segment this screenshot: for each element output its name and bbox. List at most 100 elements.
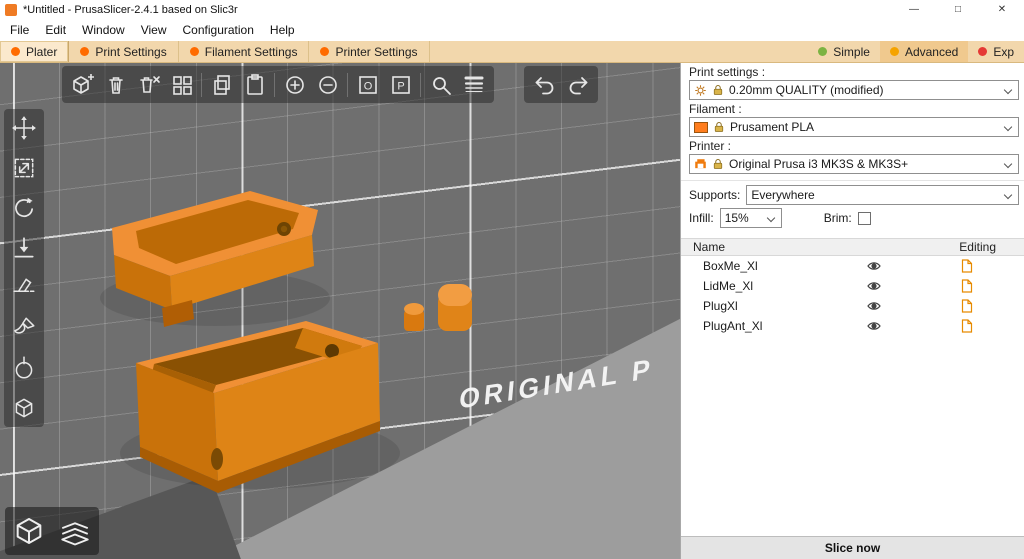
toolbar-separator bbox=[201, 73, 202, 97]
prusaslicer-window: *Untitled - PrusaSlicer-2.4.1 based on S… bbox=[0, 0, 1024, 559]
print-settings-label: Print settings : bbox=[681, 63, 1024, 80]
mode-advanced[interactable]: Advanced bbox=[880, 41, 968, 62]
mode-expert[interactable]: Exp bbox=[968, 41, 1024, 62]
menu-file[interactable]: File bbox=[2, 19, 37, 41]
model-plug-small[interactable] bbox=[404, 303, 424, 331]
chevron-down-icon bbox=[766, 214, 774, 222]
menu-edit[interactable]: Edit bbox=[37, 19, 74, 41]
model-objects[interactable] bbox=[0, 63, 680, 559]
delete-object-icon[interactable] bbox=[99, 68, 132, 101]
undo-redo-toolbar bbox=[524, 66, 598, 103]
mode-simple[interactable]: Simple bbox=[808, 41, 880, 62]
tab-plater[interactable]: Plater bbox=[0, 41, 69, 62]
menu-bar: File Edit Window View Configuration Help bbox=[0, 19, 1024, 41]
eye-icon[interactable] bbox=[867, 319, 881, 333]
menu-view[interactable]: View bbox=[133, 19, 175, 41]
toolbar-separator bbox=[347, 73, 348, 97]
mode-dot-icon bbox=[818, 47, 827, 56]
titlebar: *Untitled - PrusaSlicer-2.4.1 based on S… bbox=[0, 0, 1024, 19]
add-instance-icon[interactable] bbox=[278, 68, 311, 101]
edit-settings-icon[interactable] bbox=[961, 319, 973, 333]
tab-dot-icon bbox=[80, 47, 89, 56]
lock-icon bbox=[712, 84, 724, 96]
view-switcher bbox=[5, 507, 99, 555]
close-button[interactable]: ✕ bbox=[980, 0, 1024, 19]
printer-icon bbox=[694, 158, 707, 171]
plater-3d-viewport[interactable]: ORIGINAL P bbox=[0, 63, 680, 559]
window-controls: — □ ✕ bbox=[892, 0, 1024, 19]
tab-print-settings[interactable]: Print Settings bbox=[69, 41, 178, 62]
arrange-icon[interactable] bbox=[165, 68, 198, 101]
copy-icon[interactable] bbox=[205, 68, 238, 101]
edit-settings-icon[interactable] bbox=[961, 259, 973, 273]
place-on-face-icon[interactable] bbox=[11, 235, 37, 261]
menu-help[interactable]: Help bbox=[262, 19, 303, 41]
model-plug-large[interactable] bbox=[438, 284, 472, 331]
tab-label: Print Settings bbox=[95, 45, 166, 59]
filament-color-swatch bbox=[694, 122, 708, 133]
maximize-button[interactable]: □ bbox=[936, 0, 980, 19]
paste-icon[interactable] bbox=[238, 68, 271, 101]
3d-editor-view-icon[interactable] bbox=[9, 511, 49, 551]
minimize-button[interactable]: — bbox=[892, 0, 936, 19]
object-row[interactable]: PlugAnt_Xl bbox=[681, 316, 1024, 336]
object-list-header: Name Editing bbox=[681, 238, 1024, 256]
settings-sidebar: Print settings : 0.20mm QUALITY (modifie… bbox=[680, 63, 1024, 559]
tab-dot-icon bbox=[320, 47, 329, 56]
object-name: PlugAnt_Xl bbox=[703, 319, 762, 333]
undo-icon[interactable] bbox=[528, 68, 561, 101]
supports-label: Supports: bbox=[689, 188, 740, 202]
object-row[interactable]: PlugXl bbox=[681, 296, 1024, 316]
tab-label: Filament Settings bbox=[205, 45, 298, 59]
infill-combo[interactable]: 15% bbox=[720, 208, 782, 228]
mode-dot-icon bbox=[890, 47, 899, 56]
delete-all-icon[interactable] bbox=[132, 68, 165, 101]
eye-icon[interactable] bbox=[867, 259, 881, 273]
edit-settings-icon[interactable] bbox=[961, 279, 973, 293]
tab-label: Plater bbox=[26, 45, 57, 59]
slice-now-button[interactable]: Slice now bbox=[681, 536, 1024, 559]
mode-label: Simple bbox=[833, 45, 870, 59]
filament-combo[interactable]: Prusament PLA bbox=[689, 117, 1019, 137]
add-object-icon[interactable] bbox=[66, 68, 99, 101]
rotate-icon[interactable] bbox=[11, 195, 37, 221]
cut-icon[interactable] bbox=[11, 275, 37, 301]
preview-view-icon[interactable] bbox=[55, 511, 95, 551]
print-settings-combo[interactable]: 0.20mm QUALITY (modified) bbox=[689, 80, 1019, 100]
split-to-parts-icon[interactable]: P bbox=[384, 68, 417, 101]
supports-row: Supports: Everywhere bbox=[681, 180, 1024, 206]
mmu-painting-icon[interactable] bbox=[11, 395, 37, 421]
object-list: Name Editing BoxMe_Xl LidMe_Xl bbox=[681, 238, 1024, 336]
mode-dot-icon bbox=[978, 47, 987, 56]
tab-dot-icon bbox=[190, 47, 199, 56]
split-to-objects-icon[interactable]: O bbox=[351, 68, 384, 101]
svg-text:O: O bbox=[363, 80, 372, 92]
supports-combo[interactable]: Everywhere bbox=[746, 185, 1019, 205]
edit-settings-icon[interactable] bbox=[961, 299, 973, 313]
search-icon[interactable] bbox=[424, 68, 457, 101]
printer-combo[interactable]: Original Prusa i3 MK3S & MK3S+ bbox=[689, 154, 1019, 174]
eye-icon[interactable] bbox=[867, 279, 881, 293]
remove-instance-icon[interactable] bbox=[311, 68, 344, 101]
seam-painting-icon[interactable] bbox=[11, 355, 37, 381]
brim-checkbox[interactable] bbox=[858, 212, 871, 225]
move-icon[interactable] bbox=[11, 115, 37, 141]
printer-label: Printer : bbox=[681, 137, 1024, 154]
menu-configuration[interactable]: Configuration bbox=[175, 19, 262, 41]
filament-value: Prusament PLA bbox=[730, 120, 814, 134]
tab-filament-settings[interactable]: Filament Settings bbox=[179, 41, 310, 62]
chevron-down-icon bbox=[1004, 160, 1012, 168]
chevron-down-icon bbox=[1004, 123, 1012, 131]
variable-layer-height-icon[interactable] bbox=[457, 68, 490, 101]
lock-icon bbox=[712, 158, 724, 170]
object-row[interactable]: LidMe_Xl bbox=[681, 276, 1024, 296]
tab-printer-settings[interactable]: Printer Settings bbox=[309, 41, 429, 62]
redo-icon[interactable] bbox=[561, 68, 594, 101]
column-name: Name bbox=[693, 240, 725, 254]
scale-icon[interactable] bbox=[11, 155, 37, 181]
menu-window[interactable]: Window bbox=[74, 19, 133, 41]
top-toolbar: O P bbox=[62, 66, 494, 103]
paint-on-supports-icon[interactable] bbox=[11, 315, 37, 341]
eye-icon[interactable] bbox=[867, 299, 881, 313]
object-row[interactable]: BoxMe_Xl bbox=[681, 256, 1024, 276]
